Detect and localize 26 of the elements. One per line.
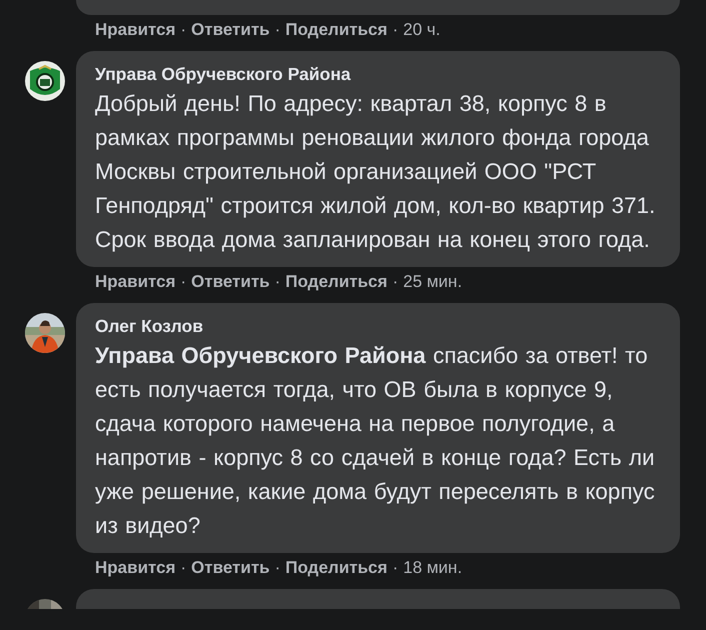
separator-dot: · — [274, 272, 280, 292]
reply-link[interactable]: Ответить — [191, 20, 270, 40]
comment-time[interactable]: 20 ч. — [403, 20, 440, 40]
separator-dot: · — [392, 272, 398, 292]
share-link[interactable]: Поделиться — [285, 558, 388, 578]
separator-dot: · — [180, 272, 186, 292]
author-name[interactable]: Управа Обручевского Района — [95, 61, 661, 87]
author-name[interactable]: Олег Козлов — [95, 313, 661, 339]
like-link[interactable]: Нравится — [95, 20, 176, 40]
separator-dot: · — [180, 558, 186, 578]
emblem-icon[interactable] — [25, 61, 65, 101]
comment-text: Управа Обручевского Района спасибо за ответ! то есть получается тогда, что ОВ была в корпусе 9, сдача которого намечена на первое полугодие, а напротив - корпус 8 со сдачей в конце года? Есть ли уже решение, какие дома будут переселять в корпус из видео? — [95, 342, 656, 540]
separator-dot: · — [274, 558, 280, 578]
comment-time[interactable]: 18 мин. — [403, 558, 462, 578]
reply-link[interactable]: Ответить — [191, 272, 270, 292]
separator-dot: · — [274, 20, 280, 40]
like-link[interactable]: Нравится — [95, 272, 176, 292]
separator-dot: · — [392, 20, 398, 40]
comment-text: Добрый день! По адресу: квартал 38, корпус 8 в рамках программы реновации жилого фонда города Москвы строительной организацией ООО "РСТ Генподряд" строится жилой дом, кол-во квартир 371. Срок ввода дома запланирован на конец этого года. — [95, 90, 656, 254]
reply-link[interactable]: Ответить — [191, 558, 270, 578]
separator-dot: · — [180, 20, 186, 40]
separator-dot: · — [392, 558, 398, 578]
like-link[interactable]: Нравится — [95, 558, 176, 578]
comment-time[interactable]: 25 мин. — [403, 272, 462, 292]
share-link[interactable]: Поделиться — [285, 272, 388, 292]
share-link[interactable]: Поделиться — [285, 20, 388, 40]
